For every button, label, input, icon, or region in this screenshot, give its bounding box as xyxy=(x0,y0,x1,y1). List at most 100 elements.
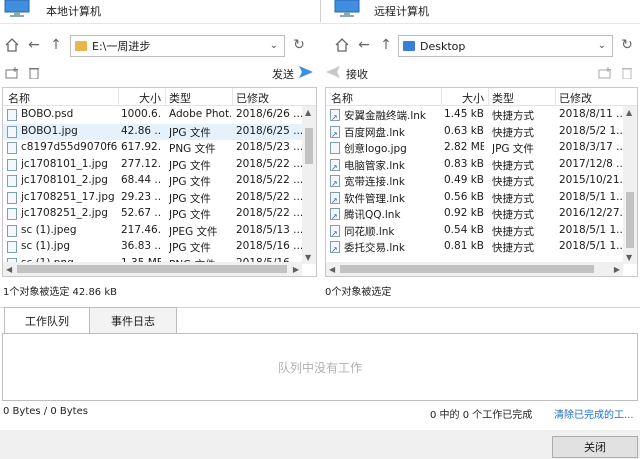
table-row[interactable]: jc1708251_17.jpg 29.23 ... JPG 文件 2018/5/22… xyxy=(3,190,302,207)
remote-chevron-down-icon[interactable]: ⌄ xyxy=(598,40,606,51)
cell-modified: 2018/6/26 ... xyxy=(236,108,302,120)
col-modified[interactable]: 已修改 xyxy=(236,90,269,106)
close-button[interactable]: 关闭 xyxy=(552,436,638,458)
table-row[interactable]: c8197d55d9070f6a... 617.92... PNG 文件 2018/5… xyxy=(3,140,302,157)
shortcut-file-icon xyxy=(330,175,340,188)
local-hscroll-thumb[interactable] xyxy=(17,265,287,273)
local-scroll-thumb[interactable] xyxy=(305,128,313,164)
work-queue-panel: 队列中没有工作 xyxy=(2,333,638,401)
cell-size: 1.45 kB xyxy=(444,108,484,120)
col-name[interactable]: 名称 xyxy=(8,90,30,106)
refresh-icon[interactable]: ↻ xyxy=(290,36,308,54)
cell-name: 安翼金融终端.lnk xyxy=(344,110,426,122)
remote-path-field[interactable]: Desktop ⌄ xyxy=(398,35,613,57)
folder-icon xyxy=(75,41,87,51)
table-row[interactable]: 腾讯QQ.lnk 0.92 kB 快捷方式 2016/12/27... xyxy=(326,206,625,223)
remote-horizontal-scrollbar[interactable]: ◀ ▶ xyxy=(326,262,623,276)
remote-refresh-icon[interactable]: ↻ xyxy=(618,36,636,54)
delete-icon[interactable] xyxy=(25,64,43,82)
remote-computer-icon xyxy=(334,0,360,17)
file-icon xyxy=(7,208,17,220)
back-arrow-icon[interactable]: ← xyxy=(25,36,43,54)
local-column-header: 名称 大小 类型 已修改 xyxy=(3,88,316,106)
up-arrow-icon[interactable]: ↑ xyxy=(47,36,65,54)
tab-work-queue[interactable]: 工作队列 xyxy=(4,307,90,333)
cell-name: BOBO.psd xyxy=(21,108,74,120)
remote-scroll-thumb[interactable] xyxy=(626,192,634,248)
cell-type: Adobe Phot... xyxy=(169,108,231,120)
remote-col-size[interactable]: 大小 xyxy=(444,90,484,106)
remote-col-name[interactable]: 名称 xyxy=(331,90,353,106)
cell-modified: 2018/3/17 ... xyxy=(559,141,625,153)
col-size[interactable]: 大小 xyxy=(123,90,161,106)
remote-home-icon[interactable] xyxy=(333,36,351,54)
send-label[interactable]: 发送 xyxy=(272,66,294,82)
remote-col-modified[interactable]: 已修改 xyxy=(559,90,592,106)
cell-size: 68.44 ... xyxy=(121,174,161,186)
clear-completed-link[interactable]: 清除已完成的工... xyxy=(554,406,634,421)
shortcut-file-icon xyxy=(330,125,340,139)
table-row[interactable]: jc1708251_2.jpg 52.67 ... JPG 文件 2018/5/22 … xyxy=(3,206,302,223)
table-row[interactable]: 创意logo.jpg 2.82 MB JPG 文件 2018/3/17 ... xyxy=(326,140,625,157)
table-row[interactable]: BOBO.psd 1000.6... Adobe Phot... 2018/6/26 … xyxy=(3,107,302,124)
table-row[interactable]: 同花顺.lnk 0.54 kB 快捷方式 2018/5/1 1... xyxy=(326,223,625,240)
local-horizontal-scrollbar[interactable]: ◀ ▶ xyxy=(3,262,302,276)
col-type[interactable]: 类型 xyxy=(169,90,191,106)
cell-name: 创意logo.jpg xyxy=(344,143,407,155)
cell-name: sc (1).jpg xyxy=(21,240,71,252)
home-icon[interactable] xyxy=(3,36,21,54)
jobs-done: 0 中的 0 个工作已完成 xyxy=(430,410,533,421)
queue-empty-message: 队列中没有工作 xyxy=(277,360,362,375)
remote-up-arrow-icon[interactable]: ↑ xyxy=(377,36,395,54)
receive-label[interactable]: 接收 xyxy=(346,66,368,82)
cell-modified: 2018/5/1 1... xyxy=(559,223,625,236)
remote-delete-icon[interactable] xyxy=(618,64,636,82)
file-icon xyxy=(330,142,340,154)
table-row[interactable]: sc (1).jpg 36.83 ... JPG 文件 2018/5/16 ... xyxy=(3,239,302,256)
remote-file-list[interactable]: 名称 大小 类型 已修改 安翼金融终端.lnk 1.45 kB 快捷方式 2018/8… xyxy=(325,87,638,277)
cell-type: JPEG 文件 xyxy=(169,225,218,238)
table-row[interactable]: jc1708101_1.jpg 277.12... JPG 文件 2018/5/22 … xyxy=(3,157,302,174)
cell-modified: 2018/5/22 ... xyxy=(236,207,302,219)
table-row[interactable]: 宽带连接.lnk 0.49 kB 快捷方式 2015/10/21... xyxy=(326,173,625,190)
local-vertical-scrollbar[interactable]: ▲ ▼ xyxy=(302,106,316,264)
remote-pane-title: 远程计算机 xyxy=(374,5,429,18)
cell-size: 217.46... xyxy=(121,223,161,236)
cell-name: jc1708101_2.jpg xyxy=(21,174,108,186)
cell-name: 电脑管家.lnk xyxy=(344,159,405,172)
send-arrow-icon[interactable] xyxy=(298,65,314,79)
cell-size: 0.81 kB xyxy=(444,240,484,252)
remote-new-folder-icon[interactable] xyxy=(596,64,614,82)
table-row[interactable]: 电脑管家.lnk 0.83 kB 快捷方式 2017/12/8 ... xyxy=(326,157,625,174)
receive-arrow-icon[interactable] xyxy=(325,65,341,79)
cell-name: jc1708251_17.jpg xyxy=(21,190,115,203)
local-file-list[interactable]: 名称 大小 类型 已修改 BOBO.psd 1000.6... Adobe Phot… xyxy=(2,87,317,277)
cell-modified: 2018/5/22 ... xyxy=(236,157,302,170)
remote-hscroll-thumb[interactable] xyxy=(340,265,594,273)
remote-status: 0个对象被选定 xyxy=(325,287,392,298)
remote-back-arrow-icon[interactable]: ← xyxy=(355,36,373,54)
cell-type: JPG 文件 xyxy=(169,242,211,254)
cell-size: 1000.6... xyxy=(121,108,161,120)
table-row[interactable]: 百度网盘.lnk 0.63 kB 快捷方式 2018/5/2 1... xyxy=(326,124,625,141)
table-row[interactable]: 委托交易.lnk 0.81 kB 快捷方式 2018/5/1 1... xyxy=(326,239,625,256)
cell-type: JPG 文件 xyxy=(169,176,211,188)
table-row[interactable]: jc1708101_2.jpg 68.44 ... JPG 文件 2018/5/22 … xyxy=(3,173,302,190)
title-divider xyxy=(320,0,321,22)
cell-modified: 2018/8/11 ... xyxy=(559,108,625,120)
tab-event-log[interactable]: 事件日志 xyxy=(89,307,177,333)
table-row[interactable]: 安翼金融终端.lnk 1.45 kB 快捷方式 2018/8/11 ... xyxy=(326,107,625,124)
remote-vertical-scrollbar[interactable]: ▲ ▼ xyxy=(623,106,637,264)
table-row[interactable]: 软件管理.lnk 0.56 kB 快捷方式 2018/5/1 1... xyxy=(326,190,625,207)
table-row[interactable]: BOBO1.jpg 42.86 ... JPG 文件 2018/6/25 ... xyxy=(3,123,302,140)
cell-size: 0.92 kB xyxy=(444,207,484,219)
remote-col-type[interactable]: 类型 xyxy=(492,90,514,106)
shortcut-file-icon xyxy=(330,158,340,172)
shortcut-file-icon xyxy=(330,241,340,254)
cell-type: 快捷方式 xyxy=(492,209,534,221)
table-row[interactable]: sc (1).jpeg 217.46... JPEG 文件 2018/5/13 ... xyxy=(3,223,302,240)
new-folder-icon[interactable] xyxy=(3,64,21,82)
local-path-field[interactable]: E:\一周进步 ⌄ xyxy=(70,35,285,57)
chevron-down-icon[interactable]: ⌄ xyxy=(270,40,278,51)
cell-modified: 2018/5/2 1... xyxy=(559,124,625,137)
